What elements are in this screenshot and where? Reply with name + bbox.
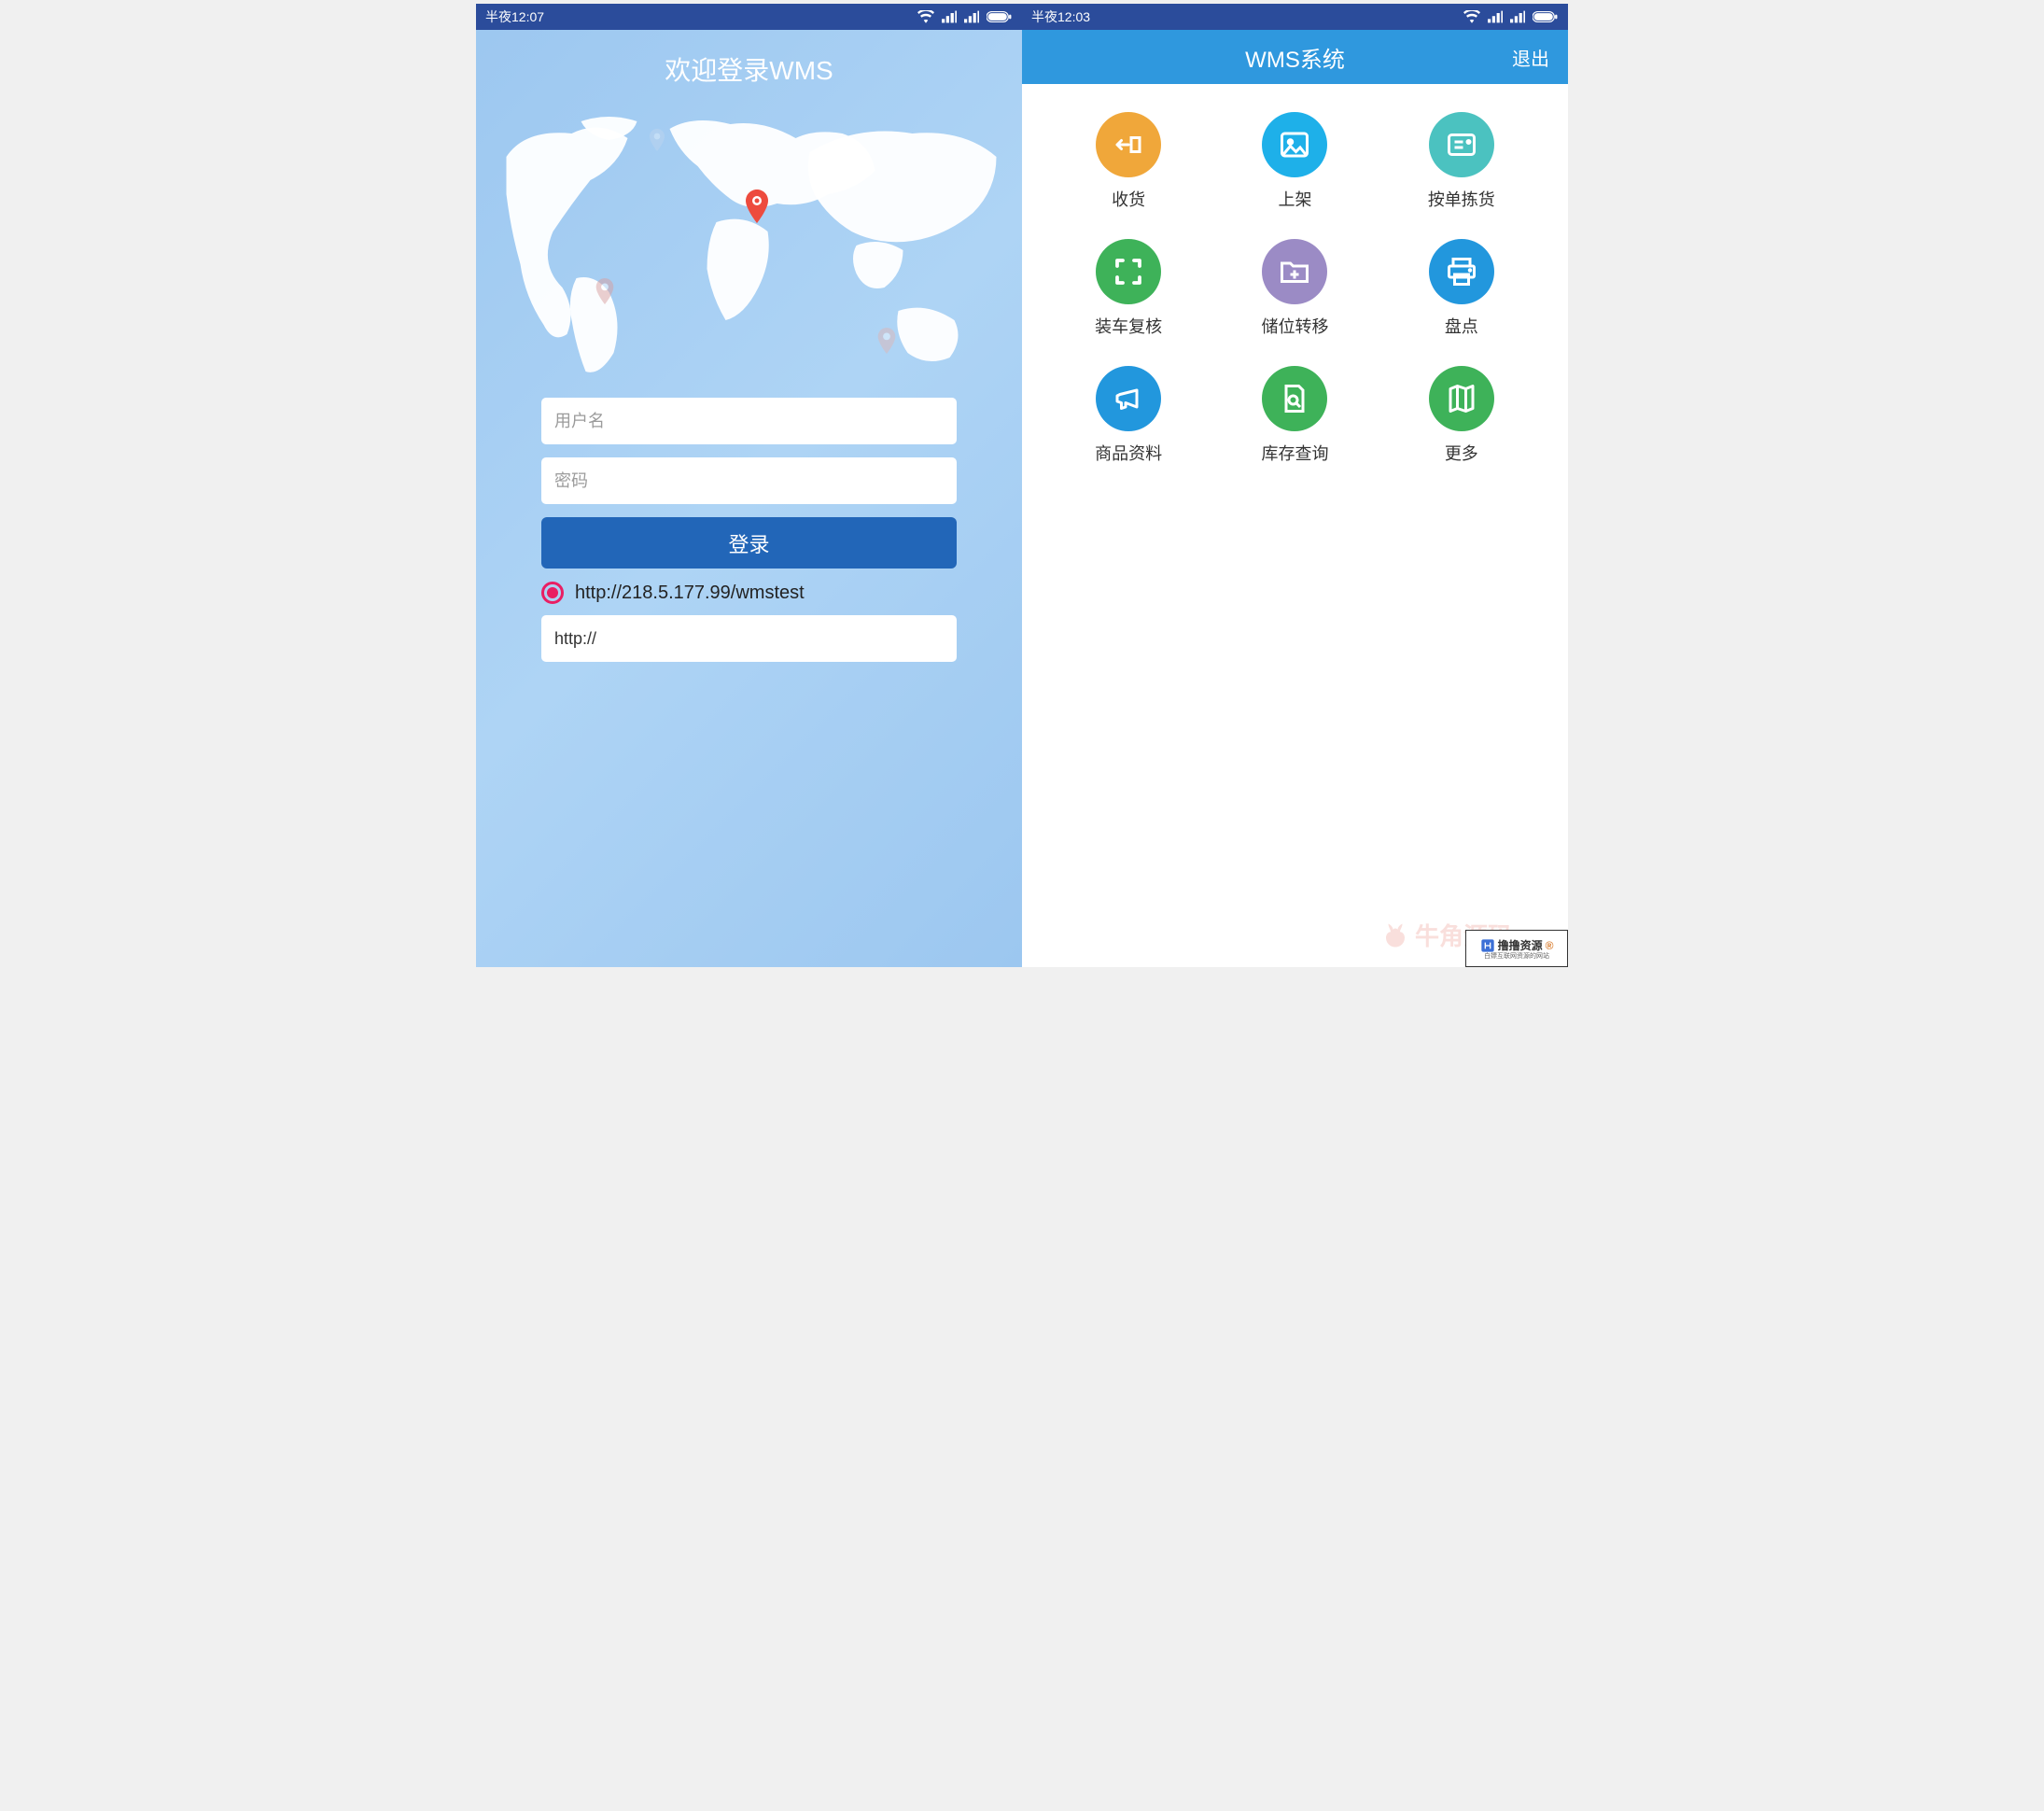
- printer-icon: [1429, 239, 1494, 304]
- menu-label: 储位转移: [1261, 314, 1328, 338]
- password-input[interactable]: [541, 457, 957, 504]
- menu-label: 装车复核: [1095, 314, 1162, 338]
- status-bar-right: 半夜12:03: [1022, 4, 1568, 30]
- menu-label: 商品资料: [1095, 441, 1162, 465]
- menu-item-receive[interactable]: 收货: [1050, 112, 1207, 211]
- world-map-svg: [485, 101, 1013, 390]
- menu-label: 按单拣货: [1428, 187, 1495, 211]
- menu-label: 更多: [1445, 441, 1478, 465]
- menu-label: 盘点: [1445, 314, 1478, 338]
- map-pin-icon: [745, 190, 769, 223]
- wifi-icon: [917, 10, 934, 23]
- menu-item-doc-search[interactable]: 库存查询: [1216, 366, 1373, 465]
- scan-icon: [1096, 239, 1161, 304]
- logo-icon-2: [1480, 938, 1495, 953]
- card-icon: [1429, 112, 1494, 177]
- watermark-brand2: 撸撸资源® 白嫖互联网资源的网站: [1465, 930, 1568, 967]
- signal-icon-2: [1510, 10, 1525, 23]
- menu-item-map[interactable]: 更多: [1383, 366, 1540, 465]
- server-radio-row[interactable]: http://218.5.177.99/wmstest: [541, 578, 957, 615]
- megaphone-icon: [1096, 366, 1161, 431]
- server-url-label: http://218.5.177.99/wmstest: [575, 583, 805, 604]
- app-title: WMS系统: [1022, 41, 1568, 74]
- menu-item-image[interactable]: 上架: [1216, 112, 1373, 211]
- menu-item-megaphone[interactable]: 商品资料: [1050, 366, 1207, 465]
- signal-icon: [942, 10, 957, 23]
- doc-search-icon: [1262, 366, 1327, 431]
- login-button[interactable]: 登录: [541, 517, 957, 569]
- menu-item-scan[interactable]: 装车复核: [1050, 239, 1207, 338]
- login-form: 登录 http://218.5.177.99/wmstest: [476, 398, 1022, 675]
- menu-label: 库存查询: [1261, 441, 1328, 465]
- status-icons: [917, 10, 1013, 23]
- battery-icon: [1533, 10, 1559, 23]
- app-bar: WMS系统 退出: [1022, 30, 1568, 84]
- map-pin-faded-icon-2: [877, 328, 896, 354]
- server-url-input[interactable]: [541, 615, 957, 662]
- menu-item-card[interactable]: 按单拣货: [1383, 112, 1540, 211]
- radio-selected-icon: [541, 582, 564, 604]
- status-bar-left: 半夜12:07: [476, 4, 1022, 30]
- menu-item-folder-plus[interactable]: 储位转移: [1216, 239, 1373, 338]
- map-pin-faded-icon: [595, 278, 614, 304]
- menu-grid: 收货 上架 按单拣货装车复核 储位转移 盘点商品资料 库存查询 更多: [1022, 84, 1568, 493]
- battery-icon: [987, 10, 1013, 23]
- login-screen: 半夜12:07 欢迎登录WMS: [476, 4, 1022, 967]
- folder-plus-icon: [1262, 239, 1327, 304]
- status-icons: [1463, 10, 1559, 23]
- map-icon: [1429, 366, 1494, 431]
- menu-screen: 半夜12:03 WMS系统 退出 收货 上架 按单拣货装车复核 储位转移 盘点商品资料 库…: [1022, 4, 1568, 967]
- menu-label: 上架: [1278, 187, 1311, 211]
- image-icon: [1262, 112, 1327, 177]
- exit-button[interactable]: 退出: [1512, 44, 1549, 71]
- receive-icon: [1096, 112, 1161, 177]
- logo-icon: [1381, 921, 1409, 949]
- status-time: 半夜12:03: [1031, 7, 1090, 26]
- menu-label: 收货: [1112, 187, 1145, 211]
- menu-item-printer[interactable]: 盘点: [1383, 239, 1540, 338]
- world-map: [485, 101, 1013, 390]
- login-title: 欢迎登录WMS: [476, 30, 1022, 101]
- wifi-icon: [1463, 10, 1480, 23]
- map-pin-faded-icon-3: [649, 129, 665, 151]
- signal-icon-2: [964, 10, 979, 23]
- username-input[interactable]: [541, 398, 957, 444]
- status-time: 半夜12:07: [485, 7, 544, 26]
- signal-icon: [1488, 10, 1503, 23]
